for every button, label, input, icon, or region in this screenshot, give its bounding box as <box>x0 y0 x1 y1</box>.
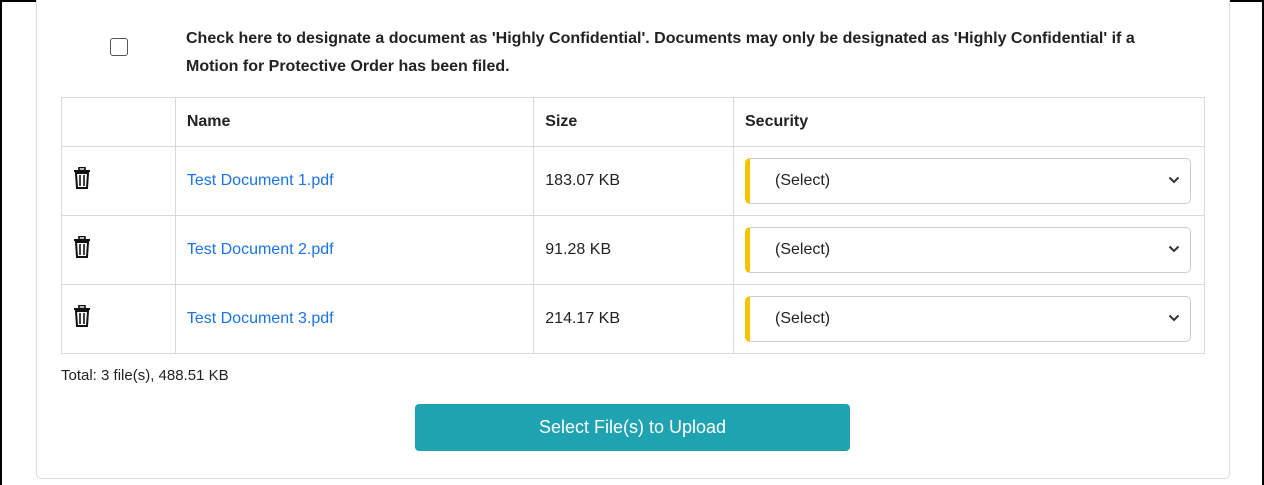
security-select[interactable]: (Select) <box>745 227 1191 273</box>
security-select-value: (Select) <box>775 241 831 258</box>
delete-cell <box>61 284 176 354</box>
trash-icon[interactable] <box>73 235 91 258</box>
file-name-cell: Test Document 3.pdf <box>174 284 535 354</box>
file-link[interactable]: Test Document 1.pdf <box>187 172 334 189</box>
highly-confidential-notice: Check here to designate a document as 'H… <box>186 30 1135 75</box>
table-header-row: Name Size Security <box>61 97 1205 147</box>
files-table: Name Size Security Test Document 1.pdf 1… <box>61 97 1205 354</box>
chevron-down-icon <box>1168 176 1180 184</box>
header-security: Security <box>733 97 1205 147</box>
file-link[interactable]: Test Document 2.pdf <box>187 241 334 258</box>
chevron-down-icon <box>1168 314 1180 322</box>
file-size: 214.17 KB <box>533 284 734 354</box>
header-size: Size <box>533 97 734 147</box>
security-select[interactable]: (Select) <box>745 296 1191 342</box>
highly-confidential-checkbox[interactable] <box>110 38 128 56</box>
file-size: 91.28 KB <box>533 215 734 285</box>
security-select-value: (Select) <box>775 172 831 189</box>
security-select-value: (Select) <box>775 310 831 327</box>
file-name-cell: Test Document 1.pdf <box>174 146 535 216</box>
trash-icon[interactable] <box>73 166 91 189</box>
file-link[interactable]: Test Document 3.pdf <box>187 310 334 327</box>
select-files-upload-button[interactable]: Select File(s) to Upload <box>415 404 850 451</box>
table-row: Test Document 2.pdf 91.28 KB (Select) <box>61 215 1205 285</box>
table-row: Test Document 1.pdf 183.07 KB (Select) <box>61 146 1205 216</box>
header-name: Name <box>174 97 535 147</box>
security-cell: (Select) <box>733 284 1205 354</box>
security-cell: (Select) <box>733 146 1205 216</box>
header-delete <box>61 97 176 147</box>
file-name-cell: Test Document 2.pdf <box>174 215 535 285</box>
security-cell: (Select) <box>733 215 1205 285</box>
delete-cell <box>61 215 176 285</box>
table-row: Test Document 3.pdf 214.17 KB (Select) <box>61 284 1205 354</box>
delete-cell <box>61 146 176 216</box>
file-size: 183.07 KB <box>533 146 734 216</box>
chevron-down-icon <box>1168 245 1180 253</box>
security-select[interactable]: (Select) <box>745 158 1191 204</box>
total-summary: Total: 3 file(s), 488.51 KB <box>61 367 229 384</box>
trash-icon[interactable] <box>73 304 91 327</box>
